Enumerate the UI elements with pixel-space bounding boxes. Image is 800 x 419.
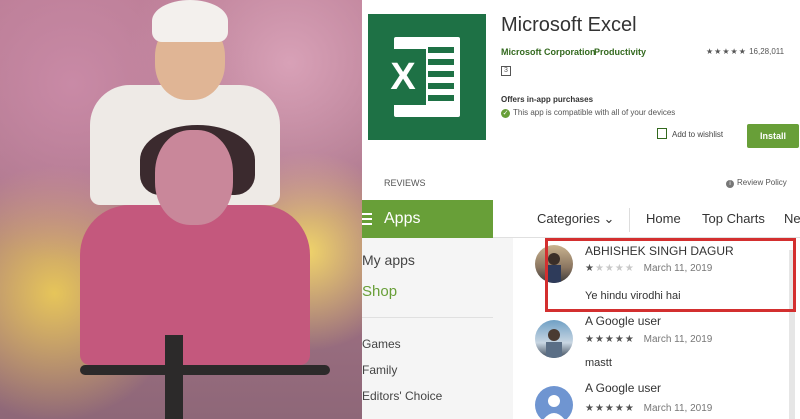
sidebar-item-shop[interactable]: Shop — [362, 283, 397, 300]
compatibility-note: ✓ This app is compatible with all of your… — [501, 108, 675, 118]
top-navigation: Categories ⌄ Home Top Charts New — [493, 200, 800, 238]
review-date: March 11, 2019 — [643, 403, 713, 414]
review-meta: ★★★★★ March 11, 2019 — [585, 334, 712, 345]
person-photo-icon — [546, 329, 562, 358]
nav-new[interactable]: New — [784, 211, 800, 226]
review-date: March 11, 2019 — [643, 334, 713, 345]
apps-menu-icon — [362, 213, 372, 225]
highlight-box — [545, 238, 796, 312]
reviewer-name: A Google user — [585, 314, 662, 328]
bookmark-icon — [657, 128, 667, 139]
play-store-screenshot: X Microsoft Excel Microsoft Corporation … — [362, 0, 800, 419]
apps-label: Apps — [384, 210, 421, 227]
install-button[interactable]: Install — [747, 124, 799, 148]
add-to-wishlist-button[interactable]: Add to wishlist — [657, 128, 723, 139]
app-title: Microsoft Excel — [501, 14, 637, 36]
compatibility-text: This app is compatible with all of your … — [513, 108, 676, 117]
nav-categories[interactable]: Categories ⌄ — [537, 211, 614, 227]
rating-stars-icon: ★★★★★ — [706, 47, 747, 56]
avatar — [535, 386, 573, 419]
girl-head — [155, 130, 233, 225]
sidebar-item-editors-choice[interactable]: Editors' Choice — [362, 389, 442, 403]
sidebar-item-family[interactable]: Family — [362, 363, 397, 377]
apps-section-header[interactable]: Apps — [362, 200, 493, 238]
reviews-heading: REVIEWS — [384, 178, 426, 188]
white-cap — [152, 0, 228, 42]
rating-count: 16,28,011 — [749, 47, 785, 56]
photo-children-on-bicycle — [0, 0, 362, 419]
girl-figure — [80, 205, 310, 365]
app-header: X Microsoft Excel Microsoft Corporation … — [362, 0, 800, 200]
default-user-icon — [543, 395, 565, 419]
bicycle-stem — [165, 335, 183, 419]
review-stars-icon: ★★★★★ — [585, 403, 635, 414]
reviewer-name: A Google user — [585, 381, 662, 395]
review-policy-link[interactable]: i Review Policy — [726, 178, 787, 188]
spreadsheet-lines-icon — [428, 47, 454, 107]
rating-summary: ★★★★★ 16,28,011 — [706, 47, 784, 56]
category-link[interactable]: Productivity — [594, 47, 646, 57]
store-sidebar: My apps Shop Games Family Editors' Choic… — [362, 238, 493, 419]
sidebar-item-my-apps[interactable]: My apps — [362, 252, 415, 268]
review-meta: ★★★★★ March 11, 2019 — [585, 403, 712, 414]
avatar — [535, 320, 573, 358]
in-app-purchases-note: Offers in-app purchases — [501, 95, 594, 104]
excel-sheet-icon: X — [380, 37, 460, 117]
bicycle-handlebar — [80, 365, 330, 375]
info-icon: i — [726, 180, 734, 188]
nav-top-charts[interactable]: Top Charts — [702, 211, 765, 226]
nav-divider — [629, 208, 630, 232]
excel-app-icon: X — [368, 14, 486, 140]
developer-link[interactable]: Microsoft Corporation — [501, 47, 596, 57]
wishlist-label: Add to wishlist — [672, 130, 724, 139]
check-circle-icon: ✓ — [501, 109, 510, 118]
content-rating-icon: 3 — [501, 66, 511, 76]
excel-x-logo: X — [380, 49, 426, 105]
nav-home[interactable]: Home — [646, 211, 681, 226]
review-text: mastt — [585, 357, 612, 369]
review-policy-label: Review Policy — [737, 178, 787, 187]
sidebar-item-games[interactable]: Games — [362, 337, 401, 351]
review-stars-icon: ★★★★★ — [585, 334, 635, 345]
sidebar-divider — [362, 317, 493, 318]
